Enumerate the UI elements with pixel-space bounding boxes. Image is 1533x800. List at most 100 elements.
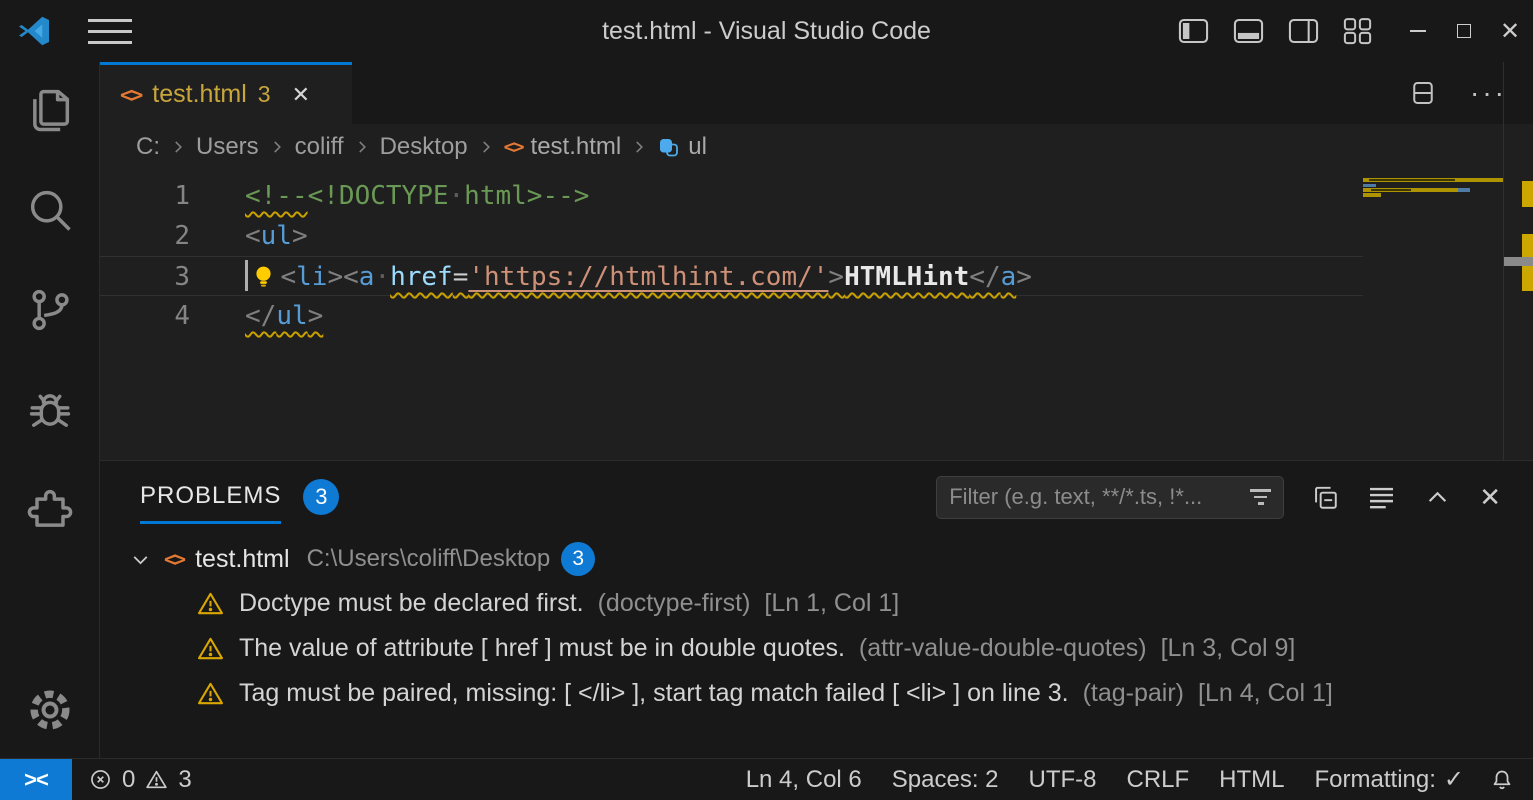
- breadcrumb-users[interactable]: Users: [196, 133, 259, 161]
- symbol-element-icon: [657, 136, 680, 159]
- problem-row-3[interactable]: Tag must be paired, missing: [ </li> ], …: [100, 671, 1533, 716]
- editor-group: <> test.html 3 ✕ ··· C: Users coliff D: [100, 62, 1533, 460]
- problem-rule: (attr-value-double-quotes): [859, 634, 1147, 663]
- toggle-secondary-sidebar-icon[interactable]: [1288, 17, 1319, 45]
- maximize-panel-icon[interactable]: [1423, 483, 1452, 512]
- lightbulb-icon[interactable]: [250, 263, 277, 290]
- warning-count: 3: [178, 766, 191, 794]
- code-line-1[interactable]: 1 <!--<!DOCTYPE·html>-->: [100, 176, 1363, 216]
- status-eol[interactable]: CRLF: [1112, 766, 1205, 794]
- explorer-icon[interactable]: [24, 84, 76, 136]
- source-control-icon[interactable]: [24, 284, 76, 336]
- chevron-right-icon: [477, 138, 495, 156]
- problem-message: The value of attribute [ href ] must be …: [239, 634, 845, 663]
- breadcrumb-desktop[interactable]: Desktop: [380, 133, 468, 161]
- status-language[interactable]: HTML: [1204, 766, 1299, 794]
- tab-test-html[interactable]: <> test.html 3 ✕: [100, 62, 352, 124]
- status-encoding[interactable]: UTF-8: [1014, 766, 1112, 794]
- problem-location: [Ln 4, Col 1]: [1198, 679, 1333, 708]
- code-line-3[interactable]: 3 <li><a·href='https://htmlhint.com/'>HT…: [100, 256, 1363, 296]
- code-line-4[interactable]: 4 </ul>: [100, 296, 1363, 336]
- status-formatting[interactable]: Formatting: ✓: [1300, 765, 1479, 794]
- breadcrumb-drive[interactable]: C:: [136, 133, 160, 161]
- status-problems[interactable]: 0 3: [72, 766, 208, 794]
- maximize-button[interactable]: [1441, 0, 1487, 62]
- ruler-warning-mark: [1522, 181, 1533, 207]
- overview-ruler: [1503, 62, 1533, 460]
- vscode-logo-icon: [16, 13, 52, 49]
- tab-problem-count: 3: [258, 81, 271, 108]
- problems-panel: PROBLEMS 3: [100, 460, 1533, 758]
- problem-row-1[interactable]: Doctype must be declared first. (doctype…: [100, 581, 1533, 626]
- problem-location: [Ln 3, Col 9]: [1161, 634, 1296, 663]
- extensions-icon[interactable]: [24, 484, 76, 536]
- problems-file-path: C:\Users\coliff\Desktop: [307, 545, 551, 573]
- customize-layout-icon[interactable]: [1343, 17, 1373, 45]
- title-bar: test.html - Visual Studio Code: [0, 0, 1533, 62]
- toggle-panel-icon[interactable]: [1233, 17, 1264, 45]
- view-as-list-icon[interactable]: [1367, 483, 1396, 512]
- problem-message: Tag must be paired, missing: [ </li> ], …: [239, 679, 1069, 708]
- tab-label: test.html: [152, 80, 246, 109]
- vscode-window: test.html - Visual Studio Code: [0, 0, 1533, 800]
- html-file-icon: <>: [120, 83, 141, 107]
- ruler-cursor-mark[interactable]: [1504, 257, 1533, 266]
- problem-row-2[interactable]: The value of attribute [ href ] must be …: [100, 626, 1533, 671]
- breadcrumb-coliff[interactable]: coliff: [295, 133, 344, 161]
- problems-tree: <> test.html C:\Users\coliff\Desktop 3 D…: [100, 533, 1533, 716]
- tab-problems[interactable]: PROBLEMS 3: [140, 479, 339, 515]
- search-icon[interactable]: [24, 184, 76, 236]
- chevron-down-icon[interactable]: [128, 547, 153, 572]
- activity-bar: [0, 62, 100, 758]
- text-cursor: [245, 260, 248, 291]
- tab-bar: <> test.html 3 ✕ ···: [100, 62, 1533, 124]
- tab-close-icon[interactable]: ✕: [292, 82, 310, 108]
- split-editor-icon[interactable]: [1408, 78, 1438, 108]
- minimap[interactable]: [1363, 170, 1503, 240]
- breadcrumb-file[interactable]: <> test.html: [504, 133, 622, 161]
- problems-tab-label: PROBLEMS: [140, 482, 281, 512]
- html-file-icon: <>: [164, 547, 184, 571]
- html-file-icon: <>: [504, 136, 523, 158]
- problems-filter-box: [936, 476, 1284, 519]
- code-editor[interactable]: 1 <!--<!DOCTYPE·html>--> 2 <ul> 3 <li><a…: [100, 170, 1363, 460]
- panel-header: PROBLEMS 3: [100, 461, 1533, 533]
- run-and-debug-icon[interactable]: [24, 384, 76, 436]
- warning-icon: [196, 589, 225, 618]
- more-actions-icon[interactable]: ···: [1470, 77, 1507, 109]
- problem-rule: (doctype-first): [598, 589, 751, 618]
- check-icon: ✓: [1444, 765, 1464, 794]
- breadcrumb-symbol-ul[interactable]: ul: [657, 133, 707, 161]
- problem-location: [Ln 1, Col 1]: [764, 589, 899, 618]
- chevron-right-icon: [630, 138, 648, 156]
- line-number[interactable]: 1: [100, 176, 190, 216]
- problems-file-row[interactable]: <> test.html C:\Users\coliff\Desktop 3: [100, 537, 1533, 581]
- notifications-bell-icon[interactable]: [1479, 767, 1533, 793]
- problems-filter-input[interactable]: [949, 484, 1242, 510]
- chevron-right-icon: [169, 138, 187, 156]
- line-number[interactable]: 4: [100, 296, 190, 336]
- minimize-button[interactable]: [1395, 0, 1441, 62]
- warning-icon: [196, 679, 225, 708]
- filter-icon[interactable]: [1250, 489, 1271, 505]
- toggle-primary-sidebar-icon[interactable]: [1178, 17, 1209, 45]
- breadcrumb: C: Users coliff Desktop <> test.html ul: [100, 124, 1533, 170]
- remote-indicator[interactable]: ><: [0, 759, 72, 800]
- problem-rule: (tag-pair): [1083, 679, 1184, 708]
- close-panel-icon[interactable]: ✕: [1479, 482, 1501, 513]
- status-indentation[interactable]: Spaces: 2: [877, 766, 1014, 794]
- problem-message: Doctype must be declared first.: [239, 589, 584, 618]
- status-bar: >< 0 3 Ln 4, Col 6 Spaces: 2 UTF-8 CRLF …: [0, 758, 1533, 800]
- code-line-2[interactable]: 2 <ul>: [100, 216, 1363, 256]
- problems-file-name: test.html: [195, 545, 289, 574]
- chevron-right-icon: [353, 138, 371, 156]
- menu-hamburger-icon[interactable]: [88, 19, 132, 44]
- close-window-button[interactable]: ✕: [1487, 0, 1533, 62]
- status-cursor-position[interactable]: Ln 4, Col 6: [731, 766, 877, 794]
- error-count: 0: [122, 766, 135, 794]
- line-number[interactable]: 3: [100, 257, 190, 295]
- collapse-all-icon[interactable]: [1311, 483, 1340, 512]
- manage-gear-icon[interactable]: [24, 684, 76, 736]
- line-number[interactable]: 2: [100, 216, 190, 256]
- chevron-right-icon: [268, 138, 286, 156]
